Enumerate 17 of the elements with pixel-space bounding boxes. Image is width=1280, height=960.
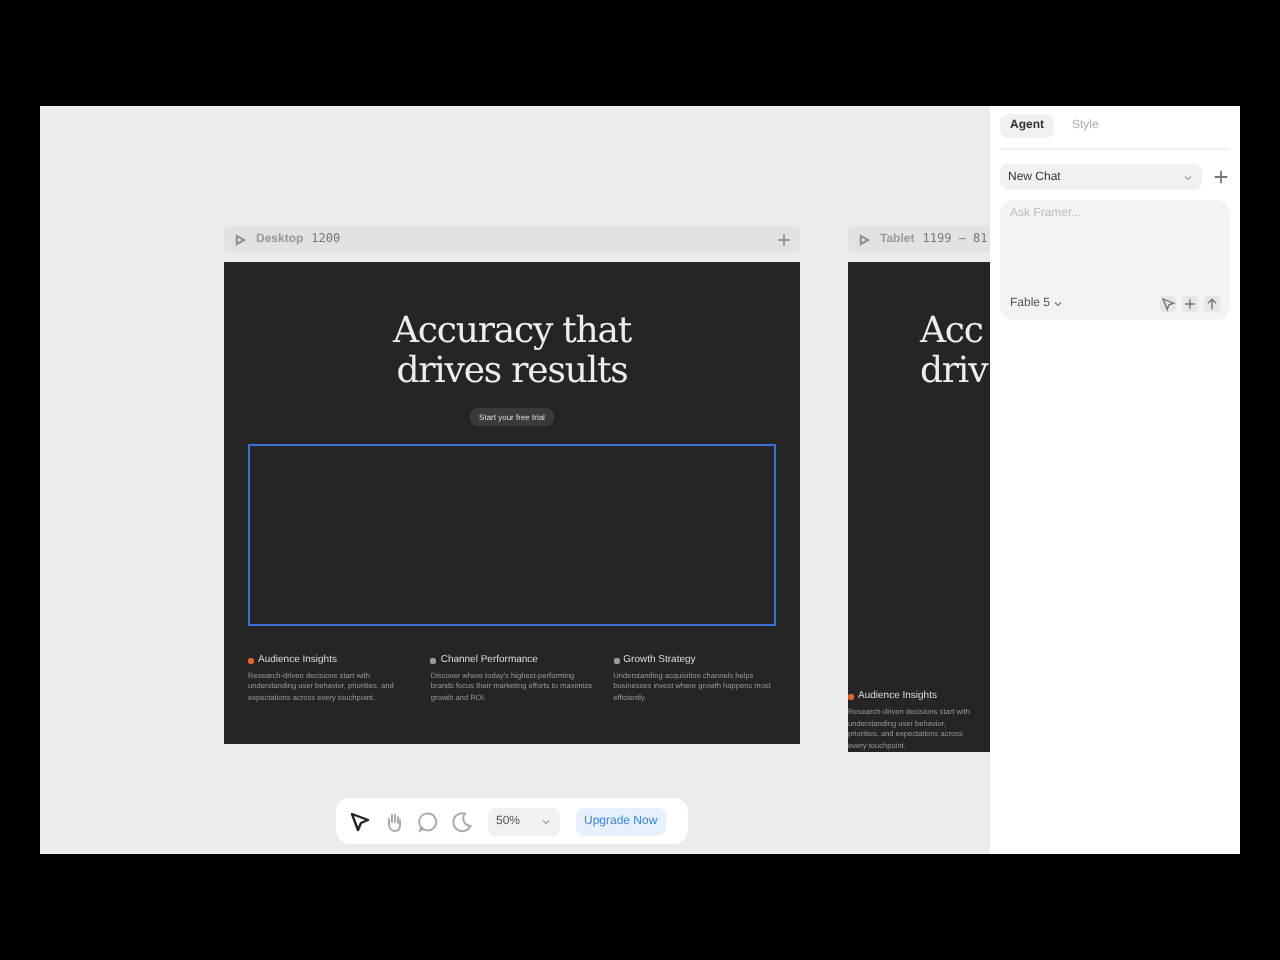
plus-icon[interactable] — [1182, 296, 1198, 312]
moon-icon[interactable] — [450, 809, 474, 833]
play-icon — [856, 231, 872, 247]
plus-icon[interactable] — [1212, 168, 1230, 186]
chevron-icon — [1052, 298, 1065, 310]
chevron-icon — [540, 815, 552, 827]
pointer-icon[interactable] — [348, 809, 372, 833]
hero-heading: Acc — [920, 312, 983, 352]
hand-icon[interactable] — [382, 809, 406, 833]
hero-heading: Accuracy that — [392, 312, 632, 352]
chevron-icon — [1182, 171, 1194, 183]
hero-heading: driv — [920, 352, 988, 392]
hero-heading: drives results — [396, 352, 628, 392]
play-icon — [232, 231, 248, 247]
comment-icon[interactable] — [416, 809, 440, 833]
plus-icon[interactable] — [776, 231, 792, 247]
send-icon[interactable] — [1204, 296, 1220, 312]
